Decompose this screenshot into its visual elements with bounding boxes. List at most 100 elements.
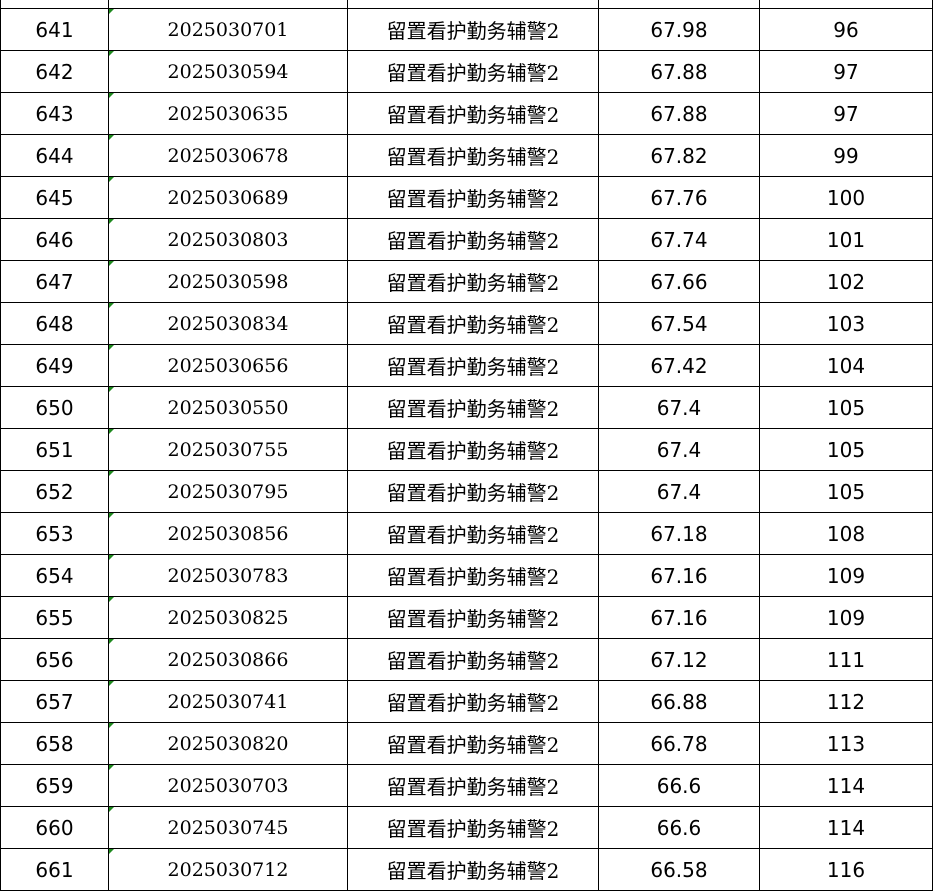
seq-cell[interactable]: 652: [0, 470, 109, 513]
position-cell[interactable]: 留置看护勤务辅警2: [347, 176, 599, 219]
rank-cell[interactable]: 105: [759, 470, 933, 513]
seq-cell[interactable]: 643: [0, 92, 109, 135]
score-cell[interactable]: 67.54: [598, 302, 760, 345]
rank-cell[interactable]: 97: [759, 92, 933, 135]
seq-cell[interactable]: 653: [0, 512, 109, 555]
score-cell[interactable]: 67.18: [598, 512, 760, 555]
exam-id-cell[interactable]: 2025030834: [108, 302, 348, 345]
seq-cell[interactable]: 660: [0, 806, 109, 849]
score-cell[interactable]: 66.6: [598, 764, 760, 807]
score-cell[interactable]: 67.76: [598, 176, 760, 219]
rank-cell[interactable]: 105: [759, 386, 933, 429]
exam-id-cell[interactable]: 2025030803: [108, 218, 348, 261]
seq-cell[interactable]: 654: [0, 554, 109, 597]
exam-id-cell[interactable]: 2025030689: [108, 176, 348, 219]
position-cell[interactable]: 留置看护勤务辅警2: [347, 386, 599, 429]
score-cell[interactable]: 66.88: [598, 680, 760, 723]
seq-cell[interactable]: 647: [0, 260, 109, 303]
exam-id-cell[interactable]: 2025030594: [108, 50, 348, 93]
seq-cell[interactable]: 655: [0, 596, 109, 639]
seq-cell[interactable]: 644: [0, 134, 109, 177]
score-cell[interactable]: 67.88: [598, 50, 760, 93]
seq-cell[interactable]: 645: [0, 176, 109, 219]
rank-cell[interactable]: 102: [759, 260, 933, 303]
seq-cell[interactable]: 650: [0, 386, 109, 429]
rank-cell[interactable]: 108: [759, 512, 933, 555]
rank-cell[interactable]: 104: [759, 344, 933, 387]
score-cell[interactable]: 67.16: [598, 596, 760, 639]
score-cell[interactable]: 67.4: [598, 470, 760, 513]
position-cell[interactable]: 留置看护勤务辅警2: [347, 722, 599, 765]
position-cell[interactable]: 留置看护勤务辅警2: [347, 638, 599, 681]
exam-id-cell[interactable]: 2025030598: [108, 260, 348, 303]
position-cell[interactable]: 留置看护勤务辅警2: [347, 8, 599, 51]
position-cell[interactable]: 留置看护勤务辅警2: [347, 680, 599, 723]
rank-cell[interactable]: 109: [759, 596, 933, 639]
rank-cell[interactable]: 105: [759, 428, 933, 471]
exam-id-cell[interactable]: 2025030697: [108, 0, 348, 9]
score-cell[interactable]: 67.66: [598, 260, 760, 303]
exam-id-cell[interactable]: 2025030795: [108, 470, 348, 513]
rank-cell[interactable]: 109: [759, 554, 933, 597]
exam-id-cell[interactable]: 2025030712: [108, 848, 348, 891]
position-cell[interactable]: 留置看护勤务辅警2: [347, 344, 599, 387]
score-cell[interactable]: 67.88: [598, 92, 760, 135]
position-cell[interactable]: 留置看护勤务辅警2: [347, 428, 599, 471]
score-cell[interactable]: 67.42: [598, 344, 760, 387]
rank-cell[interactable]: 95: [759, 0, 933, 9]
position-cell[interactable]: 留置看护勤务辅警2: [347, 470, 599, 513]
rank-cell[interactable]: 111: [759, 638, 933, 681]
position-cell[interactable]: 留置看护勤务辅警2: [347, 302, 599, 345]
position-cell[interactable]: 留置看护勤务辅警2: [347, 554, 599, 597]
rank-cell[interactable]: 101: [759, 218, 933, 261]
position-cell[interactable]: 留置看护勤务辅警2: [347, 806, 599, 849]
exam-id-cell[interactable]: 2025030550: [108, 386, 348, 429]
position-cell[interactable]: 留置看护勤务辅警2: [347, 260, 599, 303]
position-cell[interactable]: 留置看护勤务辅警2: [347, 134, 599, 177]
exam-id-cell[interactable]: 2025030825: [108, 596, 348, 639]
exam-id-cell[interactable]: 2025030656: [108, 344, 348, 387]
rank-cell[interactable]: 97: [759, 50, 933, 93]
rank-cell[interactable]: 114: [759, 764, 933, 807]
score-cell[interactable]: 67.98: [598, 8, 760, 51]
rank-cell[interactable]: 116: [759, 848, 933, 891]
exam-id-cell[interactable]: 2025030635: [108, 92, 348, 135]
score-cell[interactable]: 67.82: [598, 134, 760, 177]
rank-cell[interactable]: 103: [759, 302, 933, 345]
score-cell[interactable]: 67.16: [598, 554, 760, 597]
exam-id-cell[interactable]: 2025030783: [108, 554, 348, 597]
seq-cell[interactable]: 648: [0, 302, 109, 345]
exam-id-cell[interactable]: 2025030820: [108, 722, 348, 765]
seq-cell[interactable]: 658: [0, 722, 109, 765]
score-cell[interactable]: 66.58: [598, 848, 760, 891]
rank-cell[interactable]: 100: [759, 176, 933, 219]
position-cell[interactable]: 留置看护勤务辅警2: [347, 512, 599, 555]
seq-cell[interactable]: 646: [0, 218, 109, 261]
seq-cell[interactable]: 640: [0, 0, 109, 9]
exam-id-cell[interactable]: 2025030755: [108, 428, 348, 471]
seq-cell[interactable]: 657: [0, 680, 109, 723]
position-cell[interactable]: 留置看护勤务辅警2: [347, 848, 599, 891]
exam-id-cell[interactable]: 2025030701: [108, 8, 348, 51]
seq-cell[interactable]: 661: [0, 848, 109, 891]
rank-cell[interactable]: 113: [759, 722, 933, 765]
exam-id-cell[interactable]: 2025030741: [108, 680, 348, 723]
exam-id-cell[interactable]: 2025030678: [108, 134, 348, 177]
score-cell[interactable]: 67.12: [598, 638, 760, 681]
exam-id-cell[interactable]: 2025030703: [108, 764, 348, 807]
seq-cell[interactable]: 656: [0, 638, 109, 681]
seq-cell[interactable]: 659: [0, 764, 109, 807]
rank-cell[interactable]: 114: [759, 806, 933, 849]
score-cell[interactable]: 67.4: [598, 386, 760, 429]
score-cell[interactable]: 67.4: [598, 428, 760, 471]
exam-id-cell[interactable]: 2025030745: [108, 806, 348, 849]
seq-cell[interactable]: 641: [0, 8, 109, 51]
rank-cell[interactable]: 112: [759, 680, 933, 723]
score-cell[interactable]: 68.02: [598, 0, 760, 9]
position-cell[interactable]: 留置看护勤务辅警2: [347, 764, 599, 807]
position-cell[interactable]: 留置看护勤务辅警2: [347, 50, 599, 93]
seq-cell[interactable]: 649: [0, 344, 109, 387]
rank-cell[interactable]: 96: [759, 8, 933, 51]
exam-id-cell[interactable]: 2025030856: [108, 512, 348, 555]
position-cell[interactable]: 留置看护勤务辅警2: [347, 0, 599, 9]
